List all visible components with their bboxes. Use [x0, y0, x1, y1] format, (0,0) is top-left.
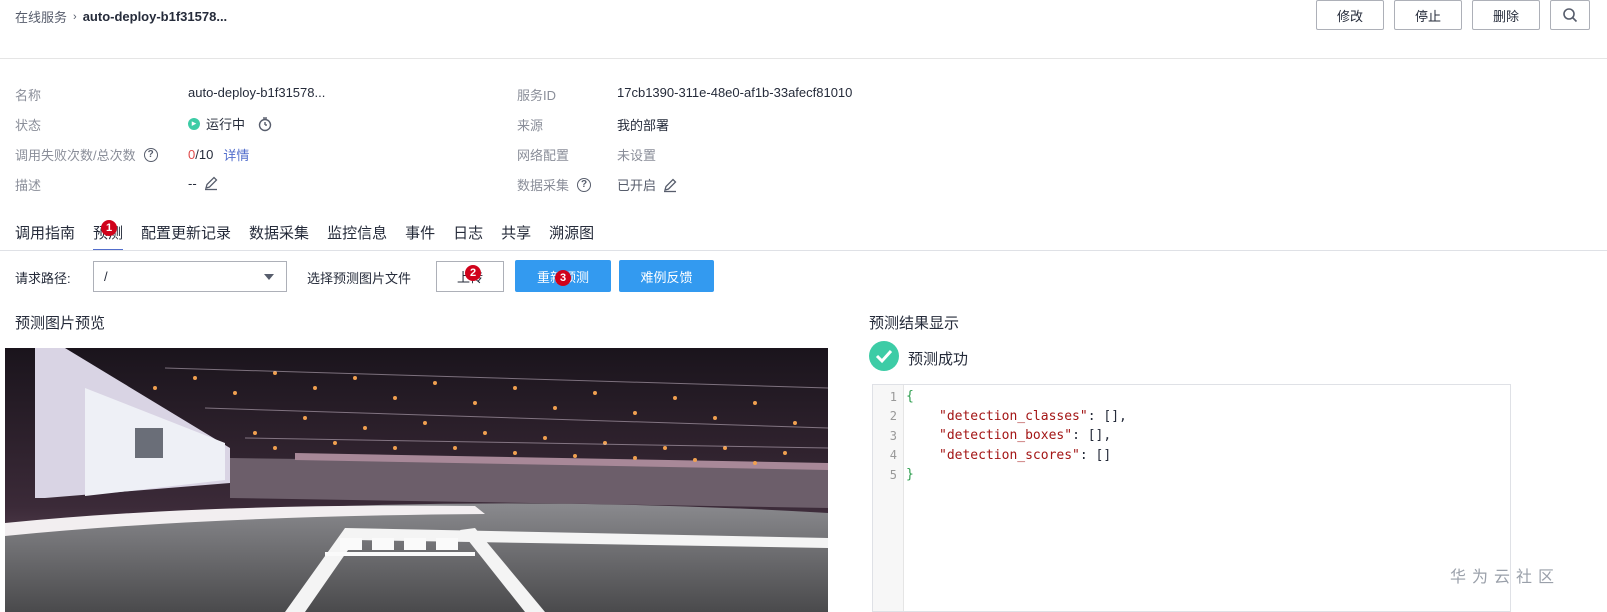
description-text: --	[188, 175, 197, 191]
help-icon[interactable]: ?	[577, 177, 592, 192]
data-collect-text: 已开启	[617, 178, 657, 193]
tab-data-collect[interactable]: 数据采集	[249, 222, 309, 251]
json-close-brace: }	[906, 467, 914, 482]
name-label: 名称	[15, 88, 42, 103]
line-number: 4	[889, 448, 897, 462]
json-value: : [],	[1072, 428, 1112, 443]
preview-image	[5, 348, 828, 612]
tab-lineage[interactable]: 溯源图	[549, 222, 594, 251]
help-icon[interactable]: ?	[143, 147, 158, 162]
json-line-boxes: "detection_boxes": [],	[939, 428, 1111, 443]
line-number: 1	[889, 390, 897, 404]
tab-logs[interactable]: 日志	[453, 222, 483, 251]
hard-example-feedback-button[interactable]: 难例反馈	[619, 260, 714, 292]
step-badge-2: 2	[465, 265, 481, 281]
preview-image-graphic	[5, 348, 828, 612]
request-path-value: /	[104, 269, 108, 284]
tab-monitoring[interactable]: 监控信息	[327, 222, 387, 251]
line-number: 2	[889, 409, 897, 423]
request-path-label: 请求路径:	[15, 271, 71, 286]
network-label: 网络配置	[517, 148, 570, 163]
result-title: 预测结果显示	[869, 315, 960, 332]
breadcrumb: 在线服务 › auto-deploy-b1f31578...	[15, 7, 227, 26]
data-collect-label: 数据采集	[517, 178, 570, 193]
service-id-label: 服务ID	[517, 88, 557, 103]
json-result-viewer[interactable]: 1 2 3 4 5 { "detection_classes": [], "de…	[872, 384, 1511, 612]
calls-label-row: 调用失败次数/总次数 ?	[15, 145, 158, 164]
json-value: : []	[1079, 448, 1112, 463]
tab-config-history[interactable]: 配置更新记录	[141, 222, 231, 251]
breadcrumb-current: auto-deploy-b1f31578...	[82, 9, 228, 24]
breadcrumb-parent[interactable]: 在线服务	[15, 7, 67, 26]
calls-value: 0 /10 详情	[188, 145, 249, 164]
calls-label: 调用失败次数/总次数	[15, 148, 136, 163]
edit-icon[interactable]	[203, 175, 219, 191]
status-value: ▸ 运行中	[188, 114, 273, 133]
json-value: : [],	[1087, 409, 1127, 424]
edit-icon[interactable]	[662, 177, 678, 193]
data-collect-label-row: 数据采集 ?	[517, 175, 592, 194]
step-badge-1: 1	[101, 220, 117, 236]
json-line-classes: "detection_classes": [],	[939, 409, 1127, 424]
running-status-icon: ▸	[188, 117, 200, 130]
status-text: 运行中	[206, 117, 246, 132]
line-number: 3	[889, 429, 897, 443]
request-path-select[interactable]: /	[93, 261, 287, 292]
json-key: "detection_boxes"	[939, 428, 1073, 443]
name-value: auto-deploy-b1f31578...	[188, 85, 325, 100]
header-divider	[0, 58, 1607, 59]
delete-button[interactable]: 删除	[1472, 0, 1540, 30]
source-text: 我的部署	[617, 118, 670, 133]
data-collect-value: 已开启	[617, 175, 678, 194]
tab-divider	[0, 250, 1607, 251]
stop-button[interactable]: 停止	[1394, 0, 1462, 30]
search-icon	[1563, 8, 1578, 23]
description-label: 描述	[15, 178, 42, 193]
name-text: auto-deploy-b1f31578...	[188, 85, 326, 100]
json-key: "detection_classes"	[939, 409, 1088, 424]
tab-events[interactable]: 事件	[405, 222, 435, 251]
source-value: 我的部署	[617, 115, 669, 134]
json-line-scores: "detection_scores": []	[939, 448, 1111, 463]
clock-icon[interactable]	[257, 116, 273, 132]
file-select-label: 选择预测图片文件	[307, 271, 412, 286]
step-badge-3: 3	[555, 270, 571, 286]
modify-button[interactable]: 修改	[1316, 0, 1384, 30]
json-key: "detection_scores"	[939, 448, 1080, 463]
caret-down-icon	[264, 274, 274, 280]
success-text: 预测成功	[908, 351, 969, 368]
line-number: 5	[889, 468, 897, 482]
network-value: 未设置	[617, 145, 656, 164]
service-id-value: 17cb1390-311e-48e0-af1b-33afecf81010	[617, 85, 852, 100]
watermark: 华为云社区	[1450, 569, 1561, 586]
preview-title: 预测图片预览	[15, 315, 106, 332]
chevron-right-icon: ›	[73, 10, 77, 23]
tab-call-guide[interactable]: 调用指南	[15, 222, 75, 251]
json-open-brace: {	[906, 389, 914, 404]
calls-detail-link[interactable]: 详情	[223, 145, 249, 164]
description-value: --	[188, 175, 219, 191]
check-icon	[869, 341, 899, 371]
status-label: 状态	[15, 118, 42, 133]
source-label: 来源	[517, 118, 544, 133]
calls-failed: 0	[188, 147, 196, 162]
search-button[interactable]	[1550, 0, 1590, 30]
tab-share[interactable]: 共享	[501, 222, 531, 251]
calls-total: /10	[195, 147, 214, 162]
network-text: 未设置	[617, 148, 657, 163]
service-id-text: 17cb1390-311e-48e0-af1b-33afecf81010	[617, 85, 853, 100]
